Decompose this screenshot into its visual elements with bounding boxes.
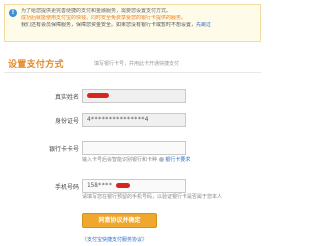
info-icon: !	[9, 9, 17, 17]
card-row: 银行卡卡号	[0, 141, 265, 157]
notice-line-1: 为了给您提供更完善便捷的支付和金融服务，需要您设置支付方式。	[21, 8, 172, 14]
id-row: 身份证号 4***************4	[0, 113, 265, 129]
phone-label: 手机号码	[54, 184, 79, 191]
notice-line-3: 我们还有会员保障服务，保障您资金安全。如果您没有银行卡或暂时不想设置，先跳过	[21, 22, 256, 29]
redaction-mark	[87, 93, 109, 98]
divider	[4, 72, 261, 73]
page-title: 设置支付方式	[8, 60, 64, 70]
phone-hint: 请填写您在银行预留的手机号码，以验证银行卡是否属于您本人	[82, 194, 223, 200]
card-hint: 输入卡号后会智能识别银行和卡种 银行卡要求	[82, 156, 190, 163]
info-notice: ! 为了给您提供更完善便捷的支付和金融服务，需要您设置支付方式。 成功后就能使用…	[4, 4, 261, 42]
help-icon[interactable]	[158, 157, 164, 162]
notice-line-3-text: 我们还有会员保障服务，保障您资金安全。如果您没有银行卡或暂时不想设置，	[21, 22, 197, 28]
redaction-mark	[115, 183, 130, 188]
card-number-input[interactable]	[82, 141, 186, 155]
page-subtitle: 填写银行卡号，并用此卡开通快捷支付	[94, 61, 180, 67]
skip-link[interactable]: 先跳过	[196, 22, 211, 28]
agreement-link-row: 《支付宝快捷支付服务协议》	[82, 236, 147, 243]
id-number-field[interactable]: 4***************4	[82, 113, 186, 127]
card-label: 银行卡卡号	[48, 146, 79, 153]
agreement-link[interactable]: 支付宝快捷支付服务协议	[87, 237, 142, 243]
submit-button[interactable]: 同意协议并确定	[82, 213, 157, 228]
notice-line-2: 成功后就能使用支付宝的快钱，同时安全免费享受您的银行卡提供的服务。	[21, 15, 187, 21]
name-field[interactable]	[82, 89, 186, 103]
id-label: 身份证号	[54, 118, 79, 125]
card-requirements-link[interactable]: 银行卡要求	[165, 157, 190, 163]
name-label: 真实姓名	[54, 94, 79, 101]
phone-value: 158****	[87, 182, 113, 189]
phone-input[interactable]: 158****	[82, 179, 186, 193]
name-row: 真实姓名	[0, 89, 265, 105]
card-hint-text: 输入卡号后会智能识别银行和卡种	[82, 157, 158, 163]
agreement-suffix: 》	[142, 237, 148, 243]
